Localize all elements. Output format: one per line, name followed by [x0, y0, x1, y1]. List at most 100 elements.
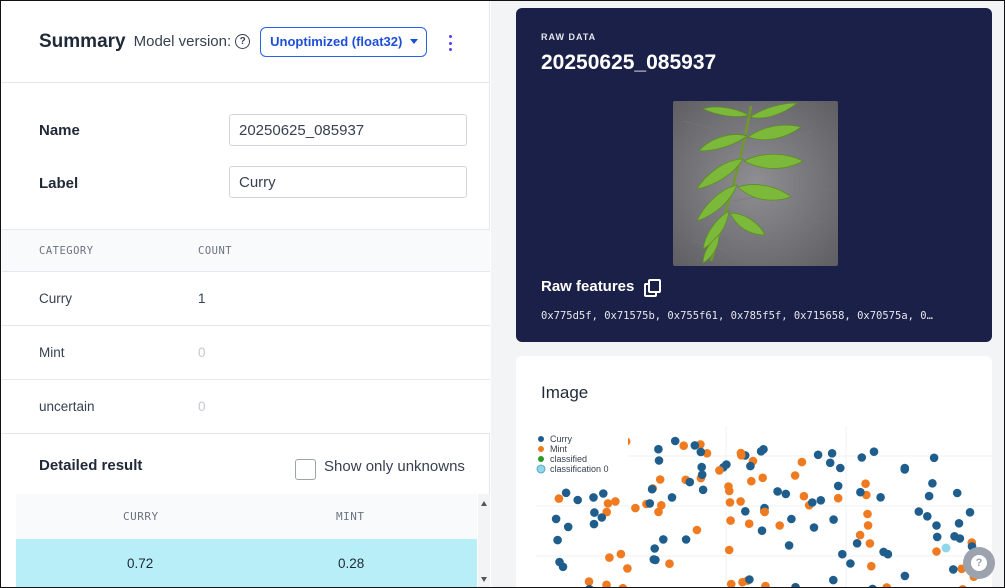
scatter-point[interactable] [900, 465, 909, 474]
scatter-point[interactable] [722, 460, 731, 469]
scatter-point[interactable] [790, 471, 800, 480]
scatter-point[interactable] [747, 476, 756, 486]
scatter-point[interactable] [665, 559, 674, 568]
scatter-point[interactable] [715, 466, 724, 475]
scatter-point[interactable] [808, 498, 817, 507]
table-row[interactable]: uncertain 0 [2, 380, 490, 434]
scatter-point[interactable] [616, 549, 626, 559]
model-version-dropdown[interactable]: Unoptimized (float32) [260, 26, 428, 57]
scroll-down-icon[interactable] [481, 577, 487, 582]
scatter-point[interactable] [724, 545, 734, 555]
scatter-point[interactable] [726, 579, 736, 588]
scatter-point[interactable] [670, 436, 680, 446]
scatter-point[interactable] [950, 532, 959, 541]
scatter-point[interactable] [681, 535, 691, 544]
scatter-point[interactable] [599, 489, 608, 498]
scatter-point[interactable] [605, 553, 614, 562]
scatter-point[interactable] [690, 441, 700, 450]
scatter-point[interactable] [838, 549, 847, 559]
scatter-point[interactable] [736, 448, 746, 458]
scatter-point[interactable] [781, 489, 791, 499]
scatter-point[interactable] [914, 507, 924, 516]
scatter-point[interactable] [928, 479, 937, 488]
scatter-point[interactable] [861, 479, 870, 488]
scatter-point[interactable] [655, 475, 665, 484]
scatter-point[interactable] [852, 539, 862, 548]
scatter-point[interactable] [679, 441, 688, 450]
scatter-point[interactable] [929, 453, 939, 463]
scatter-point[interactable] [563, 522, 573, 532]
scatter-point[interactable] [787, 514, 796, 524]
scatter-point[interactable] [696, 447, 706, 457]
scatter-point[interactable] [833, 493, 843, 503]
scatter-point[interactable] [952, 488, 962, 498]
scatter-point[interactable] [726, 516, 735, 525]
scatter-point[interactable] [551, 514, 561, 524]
table-row[interactable]: Curry 1 [2, 272, 490, 326]
scatter-point[interactable] [744, 519, 754, 528]
scatter-point[interactable] [900, 571, 910, 581]
scatter-point[interactable] [650, 544, 659, 553]
scatter-point[interactable] [667, 493, 677, 502]
show-unknowns-label[interactable]: Show only unknowns [324, 458, 465, 475]
scatter-point[interactable] [855, 530, 865, 540]
scatter-point[interactable] [825, 458, 835, 468]
scatter-point[interactable] [697, 462, 706, 472]
scatter-point[interactable] [869, 447, 879, 456]
scatter-point[interactable] [799, 491, 809, 501]
scatter-point[interactable] [725, 498, 735, 507]
scatter-point[interactable] [698, 485, 708, 495]
scatter-point[interactable] [867, 561, 876, 571]
scatter-point[interactable] [590, 508, 599, 517]
label-field[interactable]: Curry [229, 166, 467, 198]
help-button[interactable]: ? [963, 547, 995, 579]
scatter-point[interactable] [879, 547, 888, 557]
scatter-point[interactable] [645, 499, 655, 508]
scatter-point[interactable] [558, 562, 568, 572]
table-row[interactable]: 0.72 0.28 [16, 539, 477, 587]
scatter-point[interactable] [757, 526, 767, 535]
scatter-point[interactable] [761, 581, 770, 588]
scatter-point[interactable] [649, 555, 659, 564]
scatter-point[interactable] [573, 495, 582, 505]
scatter-point[interactable] [692, 525, 702, 535]
scatter-point[interactable] [865, 539, 875, 548]
copy-icon[interactable] [644, 279, 662, 297]
scatter-point[interactable] [836, 463, 845, 473]
help-circle-icon[interactable]: ? [235, 34, 251, 49]
name-field[interactable]: 20250625_085937 [229, 114, 467, 146]
scatter-point[interactable] [685, 477, 695, 487]
scatter-point[interactable] [597, 513, 607, 522]
scatter-point[interactable] [863, 509, 872, 519]
scatter-point[interactable] [882, 583, 891, 588]
scroll-up-icon[interactable] [481, 501, 487, 506]
scatter-point[interactable] [876, 493, 885, 502]
scatter-point[interactable] [949, 565, 958, 574]
scatter-point[interactable] [657, 501, 666, 510]
scatter-point[interactable] [856, 487, 865, 497]
show-unknowns-checkbox[interactable] [295, 459, 316, 480]
scatter-point[interactable] [775, 521, 784, 530]
table-row[interactable]: Mint 0 [2, 326, 490, 380]
scatter-point[interactable] [954, 519, 964, 528]
scatter-point[interactable] [725, 486, 734, 496]
scatter-point[interactable] [932, 521, 941, 530]
scatter-point[interactable] [760, 507, 769, 517]
scatter-point[interactable] [773, 487, 782, 496]
scatter-point[interactable] [736, 497, 745, 506]
scatter-point[interactable] [868, 584, 877, 588]
scatter-point[interactable] [756, 447, 766, 456]
scatter-point[interactable] [813, 450, 823, 460]
scatter-point[interactable] [758, 473, 767, 483]
scatter-point[interactable] [857, 453, 867, 462]
scatter-point[interactable] [846, 559, 855, 568]
scatter-point[interactable] [623, 564, 632, 573]
scrollbar[interactable] [478, 494, 490, 587]
scatter-point[interactable] [923, 512, 932, 521]
scatter-point[interactable] [827, 449, 837, 458]
scatter-point[interactable] [647, 484, 657, 494]
scatter-point[interactable] [924, 491, 934, 501]
scatter-point[interactable] [791, 582, 800, 588]
scatter-point[interactable] [618, 583, 628, 588]
scatter-point[interactable] [797, 457, 807, 467]
